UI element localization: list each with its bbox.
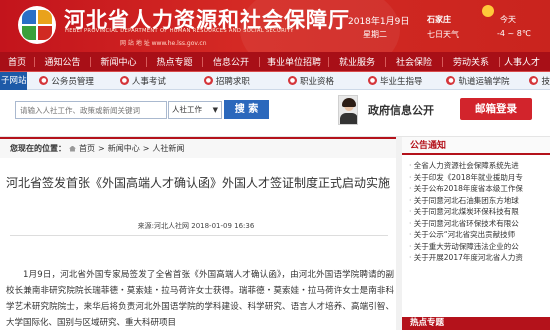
chevron-down-icon: ▼: [212, 106, 218, 114]
search-scope-select[interactable]: 人社工作 ▼: [168, 101, 222, 119]
subsite-graduate[interactable]: ● 毕业生指导: [367, 75, 422, 87]
breadcrumb: 您现在的位置： 首页 > 新闻中心 > 人社新闻: [0, 137, 396, 158]
mailbox-login-button[interactable]: 邮箱登录: [460, 98, 532, 120]
site-subtitle-english: HEBEI PROVINCIAL DEPARTMENT OF HUMAN RES…: [65, 28, 294, 34]
gov-info-disclosure-link[interactable]: 政府信息公开: [368, 102, 434, 118]
subsite-qualification[interactable]: ● 职业资格: [287, 75, 334, 87]
current-date: 2018年1月9日: [348, 17, 410, 27]
search-bar: 人社工作▼ 搜 索 政府信息公开 邮箱登录: [0, 90, 550, 137]
subsite-dot-icon: ●: [287, 76, 297, 85]
breadcrumb-separator: >: [98, 144, 105, 153]
breadcrumb-hr-news[interactable]: 人社新闻: [152, 143, 184, 154]
notice-list: 全省人力资源社会保障系统先进 关于印发《2018年就业援助月专 关于公布2018…: [402, 155, 550, 264]
subsite-tech[interactable]: ● 技: [529, 75, 550, 87]
breadcrumb-news-center[interactable]: 新闻中心: [108, 143, 140, 154]
nav-hot-topics[interactable]: 热点专题: [147, 55, 202, 68]
main-content: 您现在的位置： 首页 > 新闻中心 > 人社新闻 河北省签发首张《外国高端人才确…: [0, 137, 550, 330]
subsite-civil-servant[interactable]: ● 公务员管理: [39, 75, 94, 87]
notice-item[interactable]: 关于同意河北石油集团东方地球: [409, 195, 549, 207]
nav-labor-relations[interactable]: 劳动关系: [443, 55, 499, 68]
official-avatar[interactable]: [338, 95, 358, 125]
current-weekday: 星期二: [363, 30, 387, 39]
nav-employment-service[interactable]: 就业服务: [329, 55, 385, 68]
notice-item[interactable]: 关于同意河北煤炭环保科技有限: [409, 206, 549, 218]
notice-item[interactable]: 关于公示“河北省突出贡献技师: [409, 229, 549, 241]
nav-info-disclosure[interactable]: 信息公开: [203, 55, 259, 68]
hot-topics-header[interactable]: 热点专题: [402, 317, 550, 330]
weather-today-label: 今天: [500, 15, 516, 24]
nav-home[interactable]: 首页: [0, 55, 34, 68]
ministry-logo-icon[interactable]: [18, 6, 56, 44]
notice-item[interactable]: 关于开展2017年度河北省人力资: [409, 252, 549, 264]
search-button[interactable]: 搜 索: [224, 100, 269, 119]
notice-item[interactable]: 关于印发《2018年就业援助月专: [409, 172, 549, 184]
site-url: 网 站 地 址 www.he.lss.gov.cn: [120, 40, 207, 47]
article-meta: 来源:河北人社网 2018-01-09 16:36: [137, 222, 255, 230]
notice-item[interactable]: 关于公布2018年度省本级工作保: [409, 183, 549, 195]
breadcrumb-home[interactable]: 首页: [79, 143, 95, 154]
nav-notices[interactable]: 通知公告: [35, 55, 90, 68]
subsite-dot-icon: ●: [119, 76, 129, 85]
nav-public-recruitment[interactable]: 事业单位招聘: [260, 55, 328, 68]
subsite-dot-icon: ●: [446, 76, 456, 85]
main-navigation: 首页 通知公告 新闻中心 热点专题 信息公开 事业单位招聘 就业服务 社会保险 …: [0, 52, 550, 72]
search-input[interactable]: [15, 101, 167, 119]
subsite-dot-icon: ●: [529, 76, 539, 85]
notice-item[interactable]: 关于同意河北省环保技术有限公: [409, 218, 549, 230]
notice-item[interactable]: 全省人力资源社会保障系统先进: [409, 160, 549, 172]
seven-day-weather-link[interactable]: 七日天气: [427, 29, 459, 40]
subsite-rail-college[interactable]: ● 轨道运输学院: [446, 75, 509, 87]
sub-sites-bar: 子网站 ● 公务员管理 ● 人事考试 ● 招聘求职 ● 职业资格 ● 毕业生指导 ● 轨道运…: [0, 71, 550, 90]
nav-social-insurance[interactable]: 社会保险: [386, 55, 442, 68]
article-title: 河北省签发首张《外国高端人才确认函》外国人才签证制度正式启动实施: [5, 176, 390, 190]
sub-sites-label: 子网站: [0, 71, 28, 90]
home-icon: [69, 145, 76, 152]
subsite-dot-icon: ●: [203, 76, 213, 85]
divider: [10, 235, 388, 236]
notice-item[interactable]: 关于重大劳动保障违法企业的公: [409, 241, 549, 253]
weather-temperature: -4 ~ 8℃: [497, 29, 531, 38]
subsite-exam[interactable]: ● 人事考试: [119, 75, 166, 87]
nav-news-center[interactable]: 新闻中心: [91, 55, 146, 68]
notice-panel: 公告通知 全省人力资源社会保障系统先进 关于印发《2018年就业援助月专 关于公…: [402, 137, 550, 330]
sunny-weather-icon: [482, 5, 494, 17]
subsite-dot-icon: ●: [367, 76, 377, 85]
nav-personnel-talent[interactable]: 人事人才: [500, 55, 544, 68]
notice-panel-title: 公告通知: [402, 137, 550, 155]
article-body: 1月9日，河北省外国专家局签发了全省首张《外国高端人才确认函》，由河北外国语学院…: [6, 270, 394, 328]
article-area: 您现在的位置： 首页 > 新闻中心 > 人社新闻 河北省签发首张《外国高端人才确…: [0, 137, 396, 330]
breadcrumb-separator: >: [142, 144, 150, 153]
subsite-dot-icon: ●: [39, 76, 49, 85]
subsite-recruitment[interactable]: ● 招聘求职: [203, 75, 250, 87]
breadcrumb-prefix: 您现在的位置：: [10, 144, 66, 153]
weather-city: 石家庄: [427, 15, 451, 24]
site-banner: 河北省人力资源和社会保障厅 HEBEI PROVINCIAL DEPARTMEN…: [0, 0, 550, 52]
